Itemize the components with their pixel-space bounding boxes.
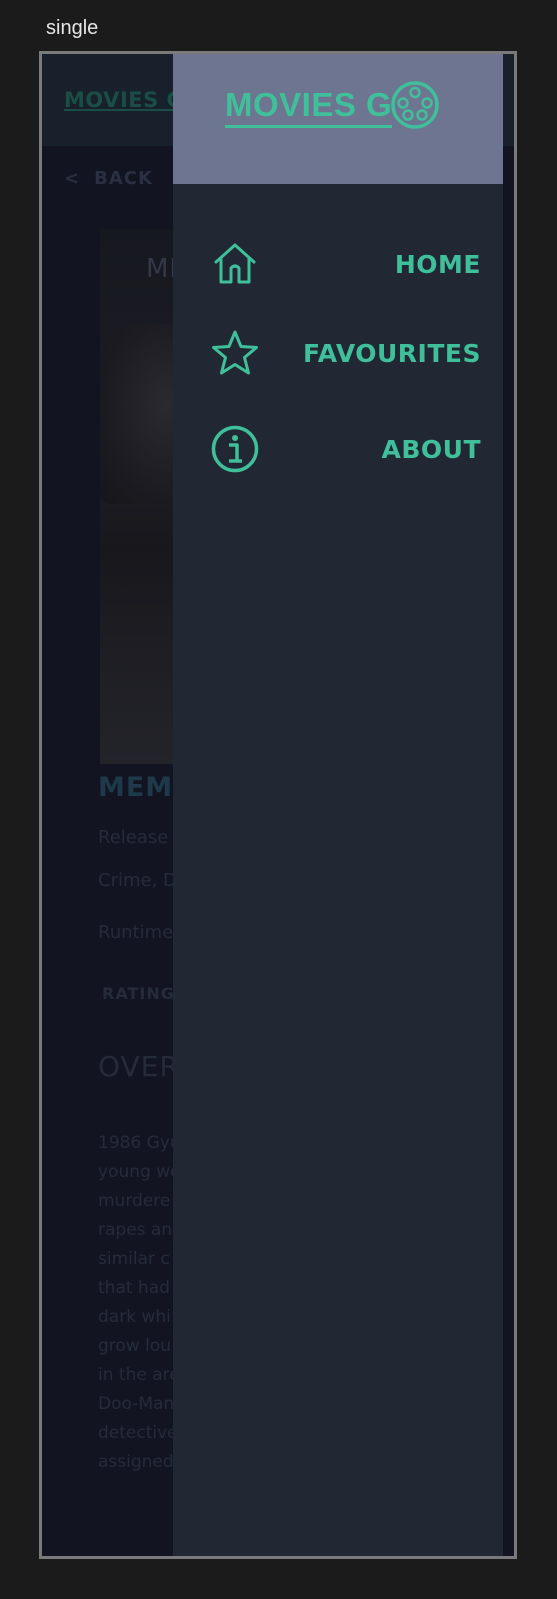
overview-line: rapes an: [98, 1220, 173, 1240]
overview-line: Doo-Man: [98, 1394, 175, 1414]
overview-line: assigned: [98, 1452, 174, 1472]
overview-line: detective: [98, 1423, 176, 1443]
nav-item-favourites[interactable]: FAVOURITES: [173, 318, 503, 388]
film-reel-icon: [391, 81, 439, 129]
device-frame: MOVIES GO < BACK ME MEMO Release D Crime,…: [39, 51, 517, 1559]
back-button[interactable]: < BACK: [64, 168, 153, 189]
info-icon: [209, 423, 261, 475]
nav-item-home[interactable]: HOME: [173, 229, 503, 299]
overview-line: murdere: [98, 1191, 171, 1211]
overview-text: 1986 Gyu young wo murdere rapes an simil…: [98, 1129, 176, 1477]
nav-label-favourites: FAVOURITES: [302, 338, 481, 368]
chevron-left-icon: <: [64, 168, 81, 189]
overview-line: dark whi: [98, 1307, 171, 1327]
overview-line: 1986 Gyu: [98, 1133, 176, 1153]
overview-line: young wo: [98, 1162, 176, 1182]
nav-label-about: ABOUT: [381, 434, 481, 464]
drawer-header: MOVIES G: [173, 54, 503, 184]
genres: Crime, Dr: [98, 870, 185, 891]
nav-label-home: HOME: [394, 249, 481, 279]
overview-line: in the are: [98, 1365, 176, 1385]
overview-line: grow lou: [98, 1336, 172, 1356]
runtime: Runtime:: [98, 922, 180, 943]
back-label: BACK: [94, 168, 153, 189]
rating-label: RATING:: [102, 984, 183, 1003]
brand-logo[interactable]: MOVIES G: [225, 81, 440, 130]
home-icon: [209, 238, 261, 290]
frame-label: single: [46, 17, 99, 39]
logo-text: MOVIES G: [225, 86, 393, 128]
nav-item-about[interactable]: ABOUT: [173, 414, 503, 484]
navigation-drawer: MOVIES G HOME FAVOURITES ABOUT: [173, 54, 503, 1556]
star-icon: [209, 327, 261, 379]
overview-line: that had: [98, 1278, 170, 1298]
overview-line: similar c: [98, 1249, 170, 1269]
